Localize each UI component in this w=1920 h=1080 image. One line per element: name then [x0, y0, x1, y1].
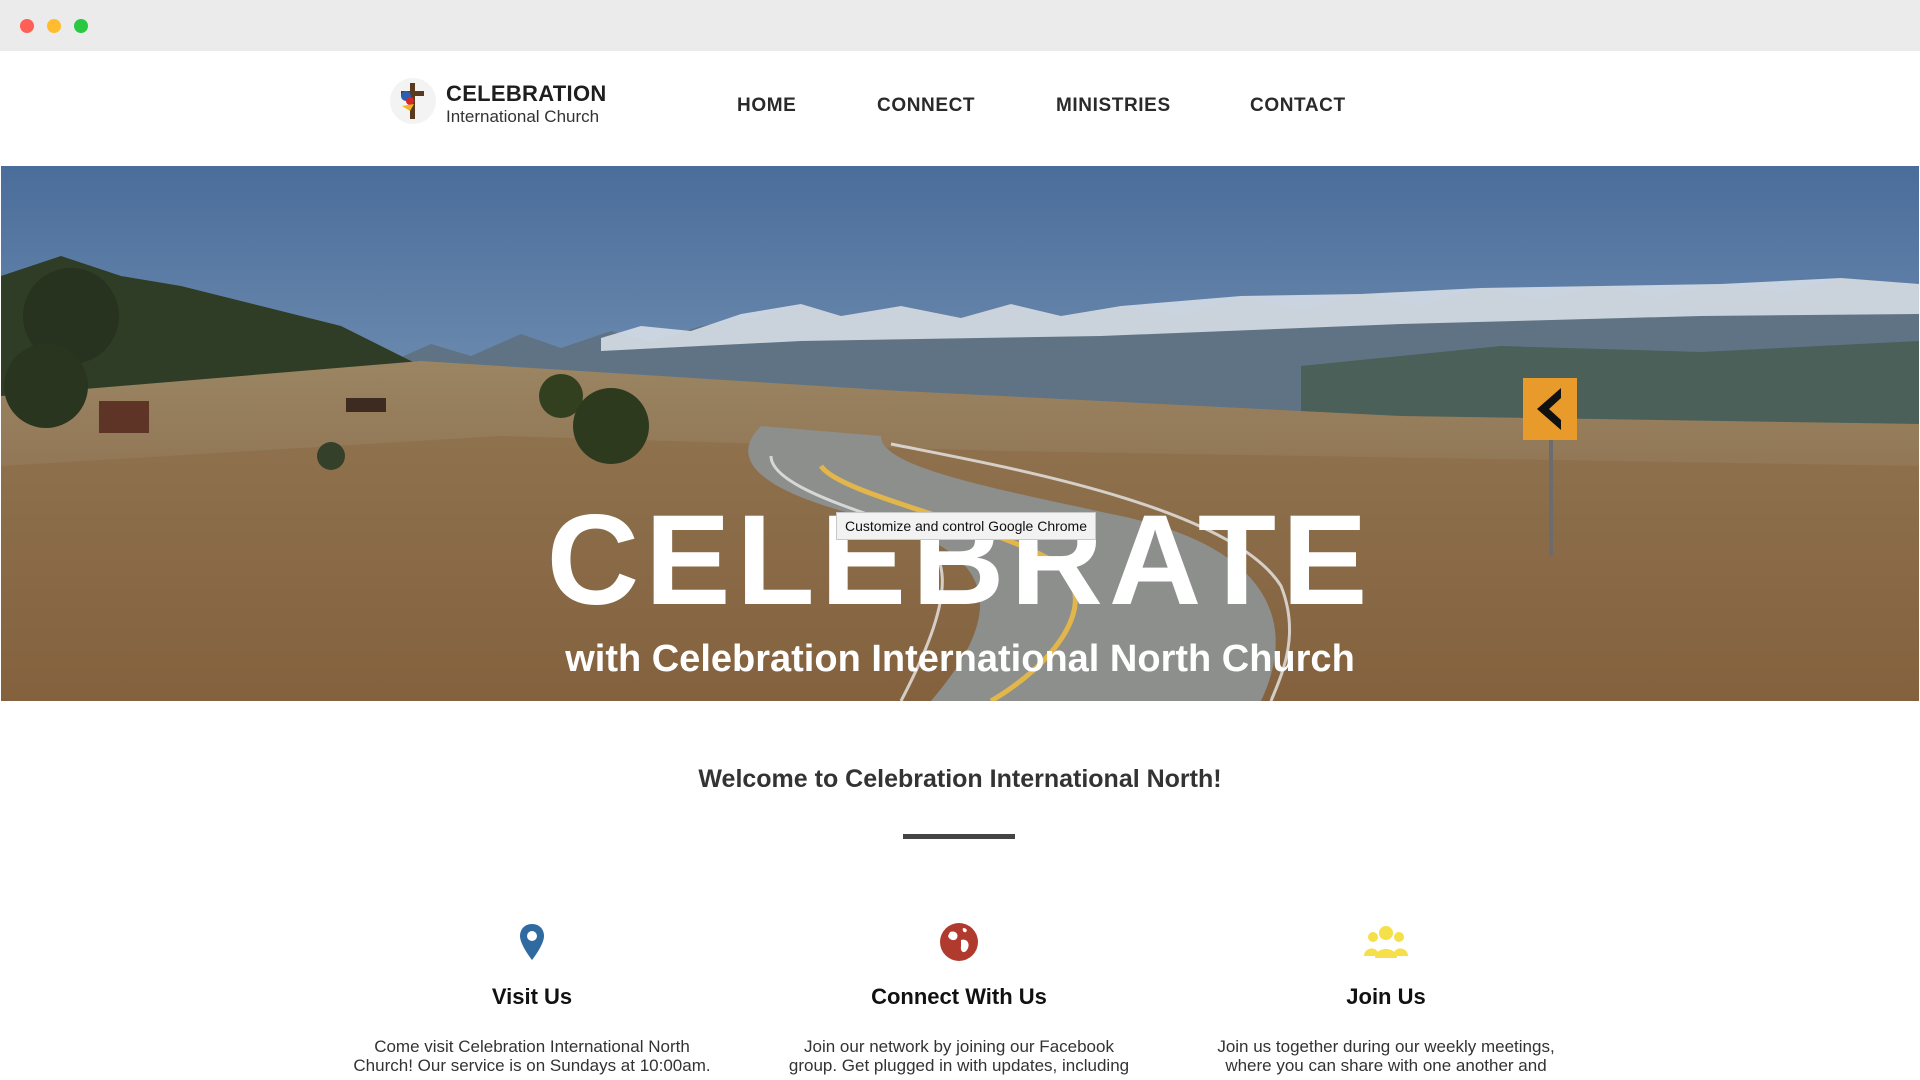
logo-subtitle[interactable]: International Church	[446, 107, 599, 127]
feature-text-line: Come visit Celebration International Nor…	[374, 1037, 690, 1056]
feature-description: Join us together during our weekly meeti…	[1196, 1037, 1576, 1075]
feature-text-line: where you can share with one another and	[1225, 1056, 1547, 1075]
site-header: CELEBRATION International Church HOME CO…	[0, 51, 1920, 166]
hero-subtitle: with Celebration International North Chu…	[565, 638, 1355, 680]
feature-title: Join Us	[1346, 984, 1426, 1009]
nav-connect[interactable]: CONNECT	[877, 95, 975, 117]
church-logo-icon[interactable]	[390, 78, 436, 124]
close-window-button[interactable]	[20, 19, 34, 33]
nav-home[interactable]: HOME	[737, 95, 796, 117]
chrome-tooltip: Customize and control Google Chrome	[836, 512, 1097, 540]
browser-title-bar	[0, 0, 1920, 51]
feature-text-line: Join us together during our weekly meeti…	[1217, 1037, 1555, 1056]
feature-title: Visit Us	[491, 984, 573, 1009]
logo-title[interactable]: CELEBRATION	[446, 81, 607, 107]
feature-description: Join our network by joining our Facebook…	[769, 1037, 1149, 1075]
maximize-window-button[interactable]	[74, 19, 88, 33]
globe-icon	[940, 923, 978, 961]
feature-connect-with-us: Connect With Us Join our network by join…	[769, 918, 1149, 1075]
welcome-divider	[903, 834, 1015, 839]
nav-ministries[interactable]: MINISTRIES	[1056, 95, 1171, 117]
group-icon	[1364, 926, 1408, 958]
feature-title: Connect With Us	[871, 984, 1047, 1009]
map-pin-icon	[520, 924, 544, 960]
feature-visit-us: Visit Us Come visit Celebration Internat…	[342, 918, 722, 1075]
feature-text-line: Join our network by joining our Facebook	[804, 1037, 1114, 1056]
feature-text-line: group. Get plugged in with updates, incl…	[788, 1056, 1130, 1075]
nav-contact[interactable]: CONTACT	[1250, 95, 1346, 117]
feature-join-us: Join Us Join us together during our week…	[1196, 918, 1576, 1075]
minimize-window-button[interactable]	[47, 19, 61, 33]
welcome-heading: Welcome to Celebration International Nor…	[698, 765, 1222, 793]
feature-text-line: Church! Our service is on Sundays at 10:…	[353, 1056, 711, 1075]
feature-description: Come visit Celebration International Nor…	[342, 1037, 722, 1075]
hero-banner: CELEBRATE with Celebration International…	[1, 166, 1919, 701]
